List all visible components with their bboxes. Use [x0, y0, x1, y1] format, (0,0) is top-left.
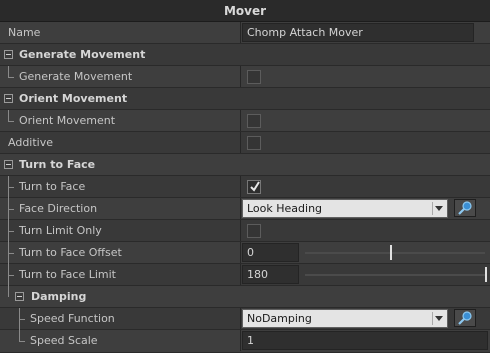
speed-scale-value-area: 1	[241, 330, 490, 351]
panel-header: Mover	[0, 0, 490, 22]
turn-to-face-offset-slider[interactable]	[305, 252, 485, 254]
speed-function-label: Speed Function	[30, 312, 115, 325]
tree-line	[8, 253, 14, 254]
speed-scale-label: Speed Scale	[30, 334, 98, 347]
turn-to-face-offset-field[interactable]: 0	[242, 243, 299, 262]
tree-line	[8, 231, 14, 232]
tree-line	[8, 187, 14, 188]
category-row-turn-to-face[interactable]: Turn to Face	[0, 154, 490, 176]
turn-to-face-value-area	[241, 176, 490, 197]
magnifier-icon	[458, 201, 472, 215]
property-row-name: Name Chomp Attach Mover	[0, 22, 490, 44]
name-label: Name	[8, 26, 41, 39]
property-row-speed-function: Speed Function NoDamping	[0, 308, 490, 330]
orient-movement-value-area	[241, 110, 490, 131]
turn-to-face-limit-field[interactable]: 180	[242, 265, 299, 284]
speed-function-dropdown[interactable]: NoDamping	[242, 309, 448, 328]
turn-to-face-limit-value-area: 180	[241, 264, 490, 285]
property-row-additive: Additive	[0, 132, 490, 154]
orient-movement-label: Orient Movement	[19, 114, 116, 127]
property-row-speed-scale: Speed Scale 1	[0, 330, 490, 353]
generate-movement-value-area	[241, 66, 490, 87]
category-row-orient-movement[interactable]: Orient Movement	[0, 88, 490, 110]
turn-to-face-label: Turn to Face	[19, 180, 86, 193]
collapse-toggle-icon[interactable]	[4, 50, 13, 59]
turn-limit-only-checkbox[interactable]	[247, 224, 261, 238]
generate-movement-label: Generate Movement	[19, 70, 133, 83]
mover-properties-panel: Mover Name Chomp Attach Mover Generate M…	[0, 0, 490, 353]
category-label-damping: Damping	[31, 290, 87, 303]
generate-movement-checkbox[interactable]	[247, 70, 261, 84]
tree-line	[19, 319, 25, 320]
category-label-orient-movement: Orient Movement	[19, 92, 128, 105]
turn-to-face-offset-slider-handle[interactable]	[390, 245, 392, 260]
turn-to-face-limit-slider[interactable]	[305, 274, 485, 276]
tree-line	[8, 209, 14, 210]
collapse-toggle-icon[interactable]	[15, 292, 24, 301]
panel-title: Mover	[223, 3, 267, 18]
turn-to-face-offset-value-area: 0	[241, 242, 490, 263]
tree-line	[19, 341, 25, 342]
name-field[interactable]: Chomp Attach Mover	[242, 23, 474, 42]
turn-to-face-checkbox[interactable]	[247, 180, 261, 194]
speed-function-value-area: NoDamping	[241, 308, 490, 329]
face-direction-dropdown[interactable]: Look Heading	[242, 199, 448, 218]
turn-limit-only-label: Turn Limit Only	[19, 224, 102, 237]
speed-scale-field[interactable]: 1	[242, 331, 488, 350]
tree-line	[8, 275, 14, 276]
magnifier-icon	[458, 311, 472, 325]
property-row-turn-limit-only: Turn Limit Only	[0, 220, 490, 242]
turn-to-face-limit-label: Turn to Face Limit	[19, 268, 116, 281]
collapse-toggle-icon[interactable]	[4, 160, 13, 169]
name-value-area: Chomp Attach Mover	[241, 22, 490, 43]
property-row-orient-movement: Orient Movement	[0, 110, 490, 132]
category-label-generate-movement: Generate Movement	[19, 48, 146, 61]
turn-to-face-limit-slider-handle[interactable]	[485, 267, 487, 282]
category-label-turn-to-face: Turn to Face	[19, 158, 96, 171]
face-direction-browse-button[interactable]	[454, 199, 476, 217]
additive-value-area	[241, 132, 490, 153]
category-row-generate-movement[interactable]: Generate Movement	[0, 44, 490, 66]
property-row-turn-to-face-limit: Turn to Face Limit 180	[0, 264, 490, 286]
turn-limit-only-value-area	[241, 220, 490, 241]
additive-checkbox[interactable]	[247, 136, 261, 150]
face-direction-value-area: Look Heading	[241, 198, 490, 219]
category-row-damping[interactable]: Damping	[0, 286, 490, 308]
tree-line	[8, 121, 14, 122]
speed-function-browse-button[interactable]	[454, 309, 476, 327]
face-direction-selected-value: Look Heading	[247, 202, 323, 215]
property-row-face-direction: Face Direction Look Heading	[0, 198, 490, 220]
tree-line	[8, 77, 14, 78]
additive-label: Additive	[8, 136, 53, 149]
face-direction-label: Face Direction	[19, 202, 98, 215]
collapse-toggle-icon[interactable]	[4, 94, 13, 103]
orient-movement-checkbox[interactable]	[247, 114, 261, 128]
property-row-generate-movement: Generate Movement	[0, 66, 490, 88]
speed-function-selected-value: NoDamping	[247, 312, 312, 325]
dropdown-separator	[432, 202, 433, 215]
chevron-down-icon	[435, 206, 443, 211]
tree-line	[8, 286, 9, 297]
property-row-turn-to-face: Turn to Face	[0, 176, 490, 198]
dropdown-separator	[432, 312, 433, 325]
chevron-down-icon	[435, 316, 443, 321]
turn-to-face-offset-label: Turn to Face Offset	[19, 246, 122, 259]
checkmark-icon	[250, 181, 260, 192]
property-row-turn-to-face-offset: Turn to Face Offset 0	[0, 242, 490, 264]
